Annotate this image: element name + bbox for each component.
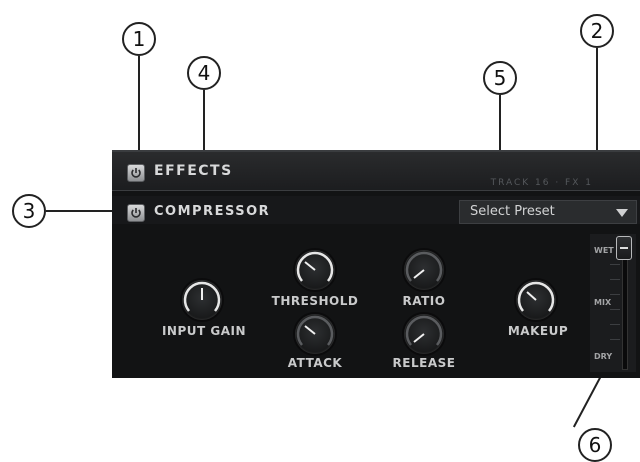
mix-fader: WET MIX DRY bbox=[590, 234, 636, 372]
callout-3: 3 bbox=[12, 194, 46, 228]
callout-4: 4 bbox=[187, 56, 221, 90]
power-icon bbox=[131, 168, 141, 178]
callout-1-leader bbox=[138, 56, 140, 160]
makeup-knob[interactable] bbox=[516, 280, 556, 320]
makeup-label: MAKEUP bbox=[507, 324, 569, 338]
mix-dry-label: DRY bbox=[594, 352, 613, 361]
preset-dropdown[interactable]: Select Preset bbox=[459, 200, 637, 224]
track-label: TRACK 16 · FX 1 bbox=[490, 178, 593, 188]
power-icon bbox=[131, 208, 141, 218]
release-label: RELEASE bbox=[392, 356, 456, 370]
callout-2-leader bbox=[596, 48, 598, 163]
dropdown-arrow-icon bbox=[616, 209, 628, 217]
mix-tick bbox=[610, 309, 620, 310]
ratio-label: RATIO bbox=[402, 294, 446, 308]
effects-title: EFFECTS bbox=[154, 163, 233, 179]
callout-5: 5 bbox=[483, 61, 517, 95]
callout-6: 6 bbox=[578, 428, 612, 462]
mix-tick bbox=[610, 264, 620, 265]
preset-value: Select Preset bbox=[470, 204, 555, 219]
input-gain-knob[interactable] bbox=[182, 280, 222, 320]
mix-tick bbox=[610, 294, 620, 295]
compressor-title: COMPRESSOR bbox=[154, 204, 271, 219]
attack-label: ATTACK bbox=[287, 356, 343, 370]
effects-header: EFFECTS TRACK 16 · FX 1 bbox=[112, 152, 640, 191]
mix-handle[interactable] bbox=[616, 236, 632, 260]
mix-tick bbox=[610, 339, 620, 340]
mix-mix-label: MIX bbox=[594, 298, 612, 307]
threshold-label: THRESHOLD bbox=[271, 294, 359, 308]
mix-tick bbox=[610, 279, 620, 280]
callout-1: 1 bbox=[122, 22, 156, 56]
threshold-knob[interactable] bbox=[295, 250, 335, 290]
release-knob[interactable] bbox=[404, 314, 444, 354]
attack-knob[interactable] bbox=[295, 314, 335, 354]
mix-wet-label: WET bbox=[594, 246, 614, 255]
effects-panel: EFFECTS TRACK 16 · FX 1 COMPRESSOR Selec… bbox=[112, 150, 640, 378]
compressor-power-button[interactable] bbox=[127, 204, 145, 222]
callout-2: 2 bbox=[580, 14, 614, 48]
mix-tick bbox=[610, 324, 620, 325]
callout-6-leader bbox=[572, 370, 605, 428]
ratio-knob[interactable] bbox=[404, 250, 444, 290]
effects-power-button[interactable] bbox=[127, 164, 145, 182]
input-gain-label: INPUT GAIN bbox=[161, 324, 247, 338]
